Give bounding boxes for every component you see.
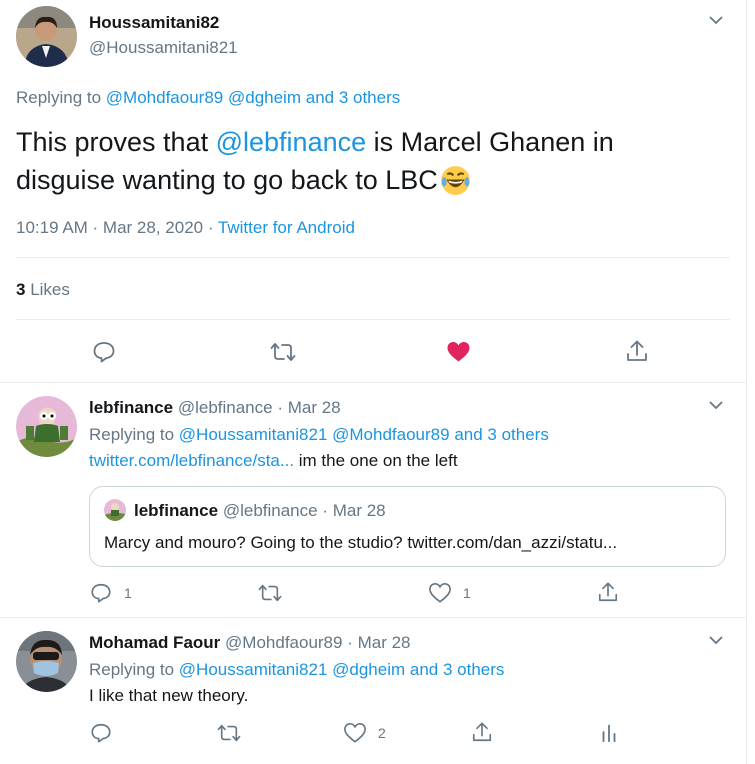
- avatar[interactable]: [16, 6, 77, 67]
- likes-stat[interactable]: 3 Likes: [16, 280, 70, 300]
- likes-count: 3: [16, 280, 26, 299]
- mention-link[interactable]: @lebfinance: [216, 127, 367, 157]
- share-icon: [598, 582, 618, 602]
- laughing-emoji-icon: [439, 164, 472, 197]
- divider: [0, 382, 746, 383]
- like-count: 2: [378, 725, 386, 741]
- replying-user-link[interactable]: @Mohdfaour89: [332, 425, 449, 444]
- divider: [0, 617, 746, 618]
- heart-icon: [429, 583, 451, 603]
- replying-to: Replying to @Houssamitani821 @Mohdfaour8…: [89, 425, 549, 445]
- replying-user-link[interactable]: @Houssamitani821: [179, 425, 328, 444]
- share-icon: [627, 340, 647, 361]
- reply-icon: [91, 723, 111, 743]
- quoted-tweet[interactable]: lebfinance @lebfinance · Mar 28 Marcy an…: [89, 486, 726, 567]
- like-count: 1: [463, 585, 471, 601]
- tweet-link[interactable]: twitter.com/lebfinance/sta...: [89, 451, 294, 470]
- retweet-icon: [258, 584, 282, 602]
- reply-text: twitter.com/lebfinance/sta... im the one…: [89, 451, 458, 471]
- chevron-down-icon[interactable]: [706, 630, 726, 650]
- reply-header: Mohamad Faour @Mohdfaour89 · Mar 28: [89, 633, 411, 653]
- retweet-button[interactable]: [270, 340, 296, 364]
- retweet-icon: [270, 343, 296, 361]
- quote-date: · Mar 28: [322, 501, 386, 520]
- replying-to: Replying to @Mohdfaour89 @dgheim and 3 o…: [16, 88, 400, 108]
- replying-label: Replying to: [16, 88, 102, 107]
- share-button[interactable]: [597, 581, 619, 603]
- avatar: [104, 499, 126, 521]
- author-handle[interactable]: @Houssamitani821: [89, 38, 238, 58]
- replying-user-link[interactable]: @Mohdfaour89: [106, 88, 223, 107]
- tweet-text-part: is Marcel Ghanen in: [373, 127, 614, 157]
- reply-button[interactable]: 1: [90, 582, 132, 604]
- heart-icon: [447, 342, 470, 362]
- avatar[interactable]: [16, 396, 77, 457]
- author-handle[interactable]: @lebfinance: [178, 398, 273, 417]
- reply-text-body: im the one on the left: [294, 451, 458, 470]
- replying-others-link[interactable]: and 3 others: [410, 660, 505, 679]
- reply-text: I like that new theory.: [89, 686, 249, 705]
- author-handle[interactable]: @Mohdfaour89: [225, 633, 342, 652]
- replying-others-link[interactable]: and 3 others: [306, 88, 401, 107]
- reply-button[interactable]: [92, 340, 116, 364]
- replying-label: Replying to: [89, 660, 175, 679]
- replying-user-link[interactable]: @dgheim: [332, 660, 405, 679]
- share-icon: [472, 722, 492, 742]
- chevron-down-icon[interactable]: [706, 395, 726, 415]
- replying-user-link[interactable]: @dgheim: [228, 88, 301, 107]
- reply-button[interactable]: [90, 722, 112, 744]
- reply-header: lebfinance @lebfinance · Mar 28: [89, 398, 341, 418]
- retweet-button[interactable]: [217, 722, 241, 744]
- tweet-meta: 10:19 AM · Mar 28, 2020 · Twitter for An…: [16, 218, 355, 238]
- tweet-text-part: disguise wanting to go back to LBC: [16, 165, 438, 195]
- reply-icon: [93, 342, 115, 363]
- analytics-icon: [602, 724, 616, 743]
- replying-others-link[interactable]: and 3 others: [454, 425, 549, 444]
- author-name: lebfinance: [134, 501, 219, 520]
- replying-label: Replying to: [89, 425, 175, 444]
- reply-date[interactable]: · Mar 28: [347, 633, 410, 652]
- avatar[interactable]: [16, 631, 77, 692]
- likes-label: Likes: [30, 280, 70, 299]
- share-button[interactable]: [471, 721, 493, 743]
- reply-date[interactable]: · Mar 28: [277, 398, 340, 417]
- retweet-button[interactable]: [258, 582, 282, 604]
- reply-count: 1: [124, 585, 132, 601]
- divider: [16, 319, 730, 320]
- timestamp[interactable]: 10:19 AM · Mar 28, 2020 ·: [16, 218, 214, 237]
- quote-header: lebfinance @lebfinance · Mar 28: [134, 501, 386, 521]
- replying-user-link[interactable]: @Houssamitani821: [179, 660, 328, 679]
- like-button[interactable]: 2: [344, 722, 386, 744]
- chevron-down-icon[interactable]: [706, 10, 726, 30]
- share-button[interactable]: [625, 339, 649, 363]
- quote-text: Marcy and mouro? Going to the studio? tw…: [104, 533, 618, 552]
- author-handle: @lebfinance: [222, 501, 318, 520]
- source-link[interactable]: Twitter for Android: [218, 218, 355, 237]
- reply-icon: [91, 583, 111, 603]
- analytics-button[interactable]: [598, 722, 620, 744]
- author-name[interactable]: Mohamad Faour: [89, 633, 220, 652]
- divider: [16, 257, 730, 258]
- like-button[interactable]: 1: [429, 582, 471, 604]
- author-name[interactable]: Houssamitani82: [89, 13, 219, 33]
- tweet-text-part: This proves that: [16, 127, 209, 157]
- heart-icon: [344, 723, 366, 743]
- author-name[interactable]: lebfinance: [89, 398, 173, 417]
- replying-to: Replying to @Houssamitani821 @dgheim and…: [89, 660, 504, 680]
- like-button[interactable]: [446, 340, 471, 364]
- tweet-thread: Houssamitani82 @Houssamitani821 Replying…: [0, 0, 747, 764]
- retweet-icon: [217, 724, 241, 742]
- tweet-text: This proves that @lebfinance is Marcel G…: [16, 123, 614, 199]
